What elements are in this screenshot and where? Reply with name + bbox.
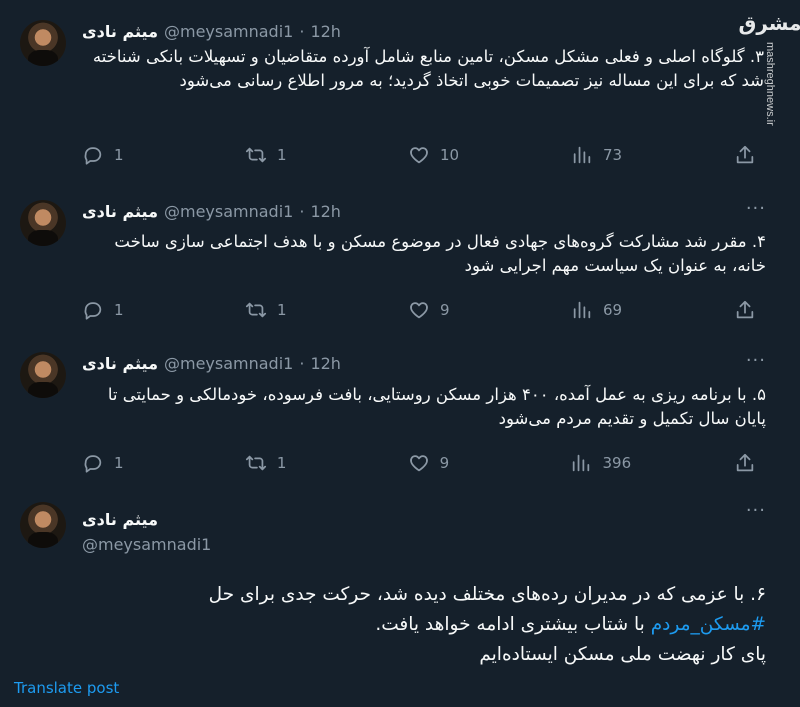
views-button[interactable]: 73: [571, 144, 631, 166]
views-count: 73: [603, 146, 623, 164]
timestamp[interactable]: 12h: [310, 22, 341, 41]
repost-button[interactable]: 1: [245, 144, 305, 166]
author-handle[interactable]: @meysamnadi1: [82, 535, 211, 554]
repost-button[interactable]: 1: [245, 299, 305, 321]
like-button[interactable]: 9: [408, 452, 468, 474]
repost-count: 1: [277, 301, 287, 319]
bar-chart-icon: [573, 146, 591, 164]
heart-icon: [410, 302, 428, 319]
views-count: 396: [602, 454, 632, 472]
reply-button[interactable]: 1: [82, 299, 142, 321]
action-bar: 1 1 9 396: [82, 451, 756, 475]
bar-chart-icon: [573, 301, 591, 319]
translate-post-link[interactable]: Translate post: [14, 679, 119, 697]
like-count: 9: [439, 454, 450, 472]
tweet-text: ۴. مقرر شد مشارکت گروه‌های جهادی فعال در…: [114, 232, 766, 275]
bar-chart-icon: [573, 454, 590, 472]
reply-count: 1: [114, 301, 124, 319]
avatar[interactable]: [20, 502, 66, 548]
author-name[interactable]: میثم نادی: [82, 22, 158, 41]
tweet-4[interactable]: میثم نادی @meysamnadi1 · 12h ··· ۴. مقرر…: [0, 190, 800, 350]
repost-arrows-icon: [245, 302, 267, 318]
separator-dot: ·: [299, 201, 305, 221]
timestamp[interactable]: 12h: [310, 354, 341, 373]
tweet-text: ۳. گلوگاه اصلی و فعلی مشکل مسکن، تامین م…: [92, 47, 764, 90]
tweet-5[interactable]: میثم نادی @meysamnadi1 · 12h ··· ۵. با ب…: [0, 350, 800, 495]
author-name[interactable]: میثم نادی: [82, 510, 158, 529]
action-bar: 1 1 10 73: [82, 143, 756, 167]
author-handle[interactable]: @meysamnadi1: [164, 22, 293, 41]
repost-arrows-icon: [245, 147, 267, 163]
heart-icon: [409, 455, 428, 472]
share-button[interactable]: [734, 144, 756, 166]
reply-count: 1: [114, 146, 124, 164]
avatar[interactable]: [20, 200, 66, 246]
reply-bubble-icon: [84, 147, 102, 165]
reply-button[interactable]: 1: [82, 452, 142, 474]
views-button[interactable]: 396: [570, 452, 631, 474]
repost-button[interactable]: 1: [245, 452, 305, 474]
tweet-text-continuation: با شتاب بیشتری ادامه خواهد یافت.: [375, 614, 645, 635]
like-button[interactable]: 9: [408, 299, 468, 321]
reply-count: 1: [114, 454, 124, 472]
action-bar: 1 1 9 69: [82, 298, 756, 322]
tweet-text-line-3: پای کار نهضت ملی مسکن ایستاده‌ایم: [479, 644, 766, 665]
repost-count: 1: [276, 454, 287, 472]
like-count: 9: [440, 301, 450, 319]
author-name[interactable]: میثم نادی: [82, 354, 158, 373]
tweet-text-line-1: ۶. با عزمی که در مدیران رده‌های مختلف دی…: [208, 584, 766, 605]
heart-icon: [410, 147, 428, 164]
reply-bubble-icon: [84, 455, 102, 473]
author-name[interactable]: میثم نادی: [82, 202, 158, 221]
more-dots-icon[interactable]: ···: [746, 198, 766, 219]
like-button[interactable]: 10: [408, 144, 468, 166]
hashtag-link[interactable]: #مسکن_مردم: [651, 614, 766, 635]
share-upload-icon: [736, 300, 754, 319]
like-count: 10: [440, 146, 460, 164]
share-button[interactable]: [734, 299, 756, 321]
repost-arrows-icon: [245, 455, 266, 471]
tweet-3[interactable]: میثم نادی @meysamnadi1 · 12h ۳. گلوگاه ا…: [0, 0, 800, 190]
author-handle[interactable]: @meysamnadi1: [164, 354, 293, 373]
tweet-text-line-2: #مسکن_مردم با شتاب بیشتری ادامه خواهد یا…: [20, 610, 766, 640]
views-count: 69: [603, 301, 623, 319]
author-handle[interactable]: @meysamnadi1: [164, 202, 293, 221]
more-dots-icon[interactable]: ···: [746, 350, 766, 371]
share-upload-icon: [736, 145, 754, 164]
tweet-text: ۶. با عزمی که در مدیران رده‌های مختلف دی…: [20, 580, 766, 670]
reply-bubble-icon: [84, 302, 102, 320]
avatar[interactable]: [20, 20, 66, 66]
share-button[interactable]: [734, 452, 756, 474]
repost-count: 1: [277, 146, 287, 164]
separator-dot: ·: [299, 353, 305, 373]
share-upload-icon: [736, 453, 754, 472]
more-dots-icon[interactable]: ···: [746, 500, 766, 521]
views-button[interactable]: 69: [571, 299, 631, 321]
timestamp[interactable]: 12h: [310, 202, 341, 221]
separator-dot: ·: [299, 21, 305, 41]
tweet-text: ۵. با برنامه ریزی به عمل آمده، ۴۰۰ هزار …: [107, 385, 766, 428]
avatar[interactable]: [20, 352, 66, 398]
reply-button[interactable]: 1: [82, 144, 142, 166]
